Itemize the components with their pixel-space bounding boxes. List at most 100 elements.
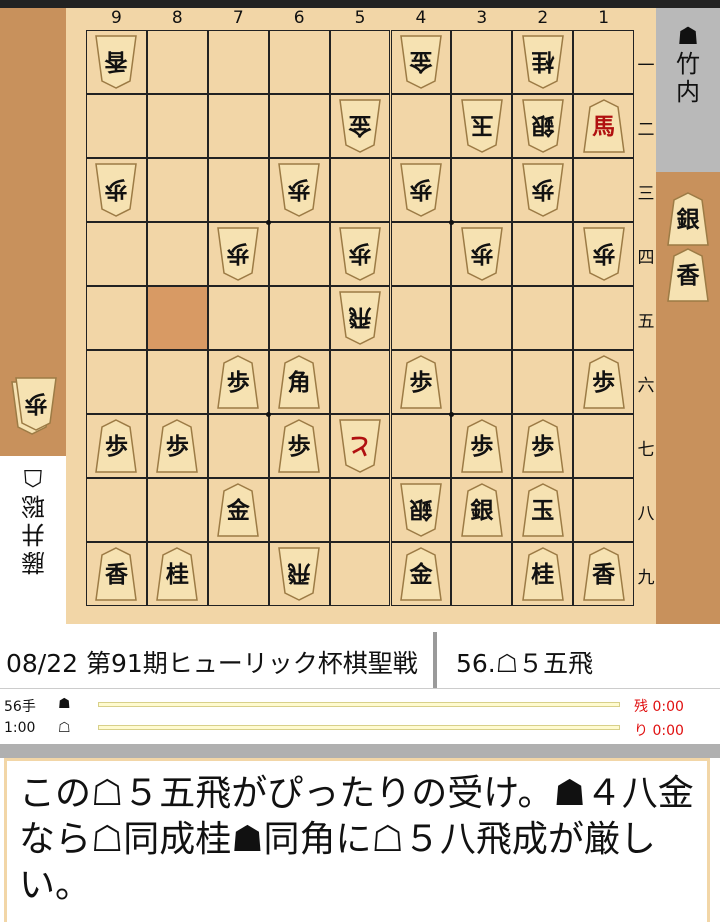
board-square[interactable]: [146, 478, 208, 542]
board-square[interactable]: [329, 30, 391, 94]
gote-piece[interactable]: 香: [94, 35, 138, 89]
sente-piece[interactable]: 玉: [521, 483, 565, 537]
board-square[interactable]: [146, 350, 208, 414]
piece-character: 玉: [531, 497, 555, 524]
board-square[interactable]: [573, 30, 635, 94]
gote-piece[interactable]: 歩: [521, 163, 565, 217]
piece-character: 歩: [226, 369, 250, 396]
sente-piece[interactable]: 歩: [582, 355, 626, 409]
board-square[interactable]: [573, 478, 635, 542]
current-move[interactable]: 56.☖５五飛: [456, 644, 593, 680]
board-square[interactable]: [451, 350, 513, 414]
board-square[interactable]: [573, 158, 635, 222]
gote-hand-piece[interactable]: 歩: [14, 377, 58, 431]
gote-piece[interactable]: 金: [399, 35, 443, 89]
board-square[interactable]: [207, 30, 269, 94]
sente-piece[interactable]: 金: [216, 483, 260, 537]
board-square[interactable]: [86, 222, 147, 286]
board-square[interactable]: [146, 30, 208, 94]
sente-piece[interactable]: 歩: [399, 355, 443, 409]
star-point: [448, 411, 454, 417]
sente-piece[interactable]: 馬: [582, 99, 626, 153]
board-square[interactable]: [146, 158, 208, 222]
board-square[interactable]: [268, 94, 330, 158]
board-square[interactable]: [268, 222, 330, 286]
sente-piece[interactable]: 歩: [155, 419, 199, 473]
sente-piece[interactable]: 金: [399, 547, 443, 601]
sente-piece[interactable]: 歩: [216, 355, 260, 409]
board-square[interactable]: [512, 222, 574, 286]
board-square[interactable]: [390, 94, 452, 158]
sente-piece[interactable]: 桂: [155, 547, 199, 601]
gote-piece[interactable]: 歩: [399, 163, 443, 217]
rank-label: 六: [637, 376, 655, 396]
board-square[interactable]: [573, 414, 635, 478]
board-square[interactable]: [451, 30, 513, 94]
board-square[interactable]: [207, 158, 269, 222]
gote-piece[interactable]: 金: [338, 99, 382, 153]
gote-piece[interactable]: 歩: [216, 227, 260, 281]
board-square[interactable]: [329, 350, 391, 414]
piece-character: 桂: [165, 561, 189, 588]
sente-piece[interactable]: 桂: [521, 547, 565, 601]
board-square[interactable]: [207, 94, 269, 158]
board-square[interactable]: [451, 542, 513, 606]
sente-piece[interactable]: 銀: [460, 483, 504, 537]
gote-piece[interactable]: 飛: [277, 547, 321, 601]
sente-piece[interactable]: 角: [277, 355, 321, 409]
gote-piece[interactable]: 歩: [460, 227, 504, 281]
gote-piece[interactable]: 飛: [338, 291, 382, 345]
info-separator: [0, 688, 720, 689]
board-square[interactable]: [207, 542, 269, 606]
board-square[interactable]: [207, 286, 269, 350]
board-square[interactable]: [451, 286, 513, 350]
board-square[interactable]: [146, 94, 208, 158]
gote-time-bar: [98, 725, 620, 730]
sente-hand-piece[interactable]: 香: [666, 248, 710, 302]
board-square[interactable]: [146, 222, 208, 286]
sente-hand-piece[interactable]: 銀: [666, 192, 710, 246]
comment-text: この☖５五飛がぴったりの受け。☗４八金なら☖同成桂☗同角に☖５八飛成が厳しい。: [19, 773, 694, 906]
rank-label: 九: [637, 568, 655, 588]
piece-character: 歩: [592, 240, 616, 267]
gote-piece[interactable]: 銀: [521, 99, 565, 153]
board-square[interactable]: [329, 478, 391, 542]
board-square[interactable]: [390, 222, 452, 286]
board-square[interactable]: [207, 414, 269, 478]
gote-piece[interactable]: 歩: [277, 163, 321, 217]
sente-piece[interactable]: 香: [582, 547, 626, 601]
board-square[interactable]: [329, 158, 391, 222]
gote-mark-icon: ☖: [22, 464, 44, 492]
board-square[interactable]: [86, 94, 147, 158]
board-square[interactable]: [390, 414, 452, 478]
piece-character: 銀: [676, 206, 700, 233]
sente-piece[interactable]: 香: [94, 547, 138, 601]
sente-piece[interactable]: 歩: [521, 419, 565, 473]
board-square[interactable]: [268, 30, 330, 94]
sente-piece[interactable]: 歩: [460, 419, 504, 473]
board-square[interactable]: [512, 286, 574, 350]
board-square[interactable]: [573, 286, 635, 350]
board-square[interactable]: [86, 286, 147, 350]
piece-character: 香: [676, 262, 700, 289]
board-square[interactable]: [390, 286, 452, 350]
piece-character: 金: [348, 112, 372, 139]
board-square[interactable]: [268, 286, 330, 350]
gote-piece[interactable]: 銀: [399, 483, 443, 537]
gote-piece[interactable]: 玉: [460, 99, 504, 153]
board-square[interactable]: [146, 286, 208, 350]
board-square[interactable]: [329, 542, 391, 606]
board-square[interactable]: [86, 350, 147, 414]
board-square[interactable]: [451, 158, 513, 222]
piece-character: 玉: [470, 112, 494, 139]
board-square[interactable]: [512, 350, 574, 414]
sente-piece[interactable]: 歩: [94, 419, 138, 473]
gote-piece[interactable]: 歩: [94, 163, 138, 217]
gote-piece[interactable]: 歩: [582, 227, 626, 281]
gote-piece[interactable]: 桂: [521, 35, 565, 89]
gote-piece[interactable]: 歩: [338, 227, 382, 281]
board-square[interactable]: [86, 478, 147, 542]
gote-piece[interactable]: と: [338, 419, 382, 473]
board-square[interactable]: [268, 478, 330, 542]
sente-piece[interactable]: 歩: [277, 419, 321, 473]
